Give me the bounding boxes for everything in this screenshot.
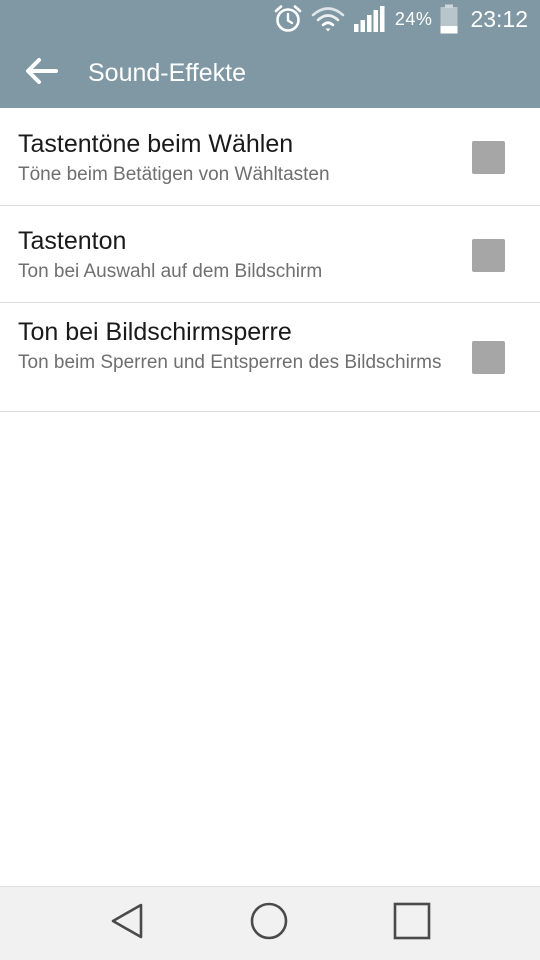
top-bar: 24% 23:12 Sound-Effekte <box>0 0 540 108</box>
wifi-icon <box>311 5 345 33</box>
setting-texts: Tastenton Ton bei Auswahl auf dem Bildsc… <box>18 226 450 284</box>
setting-description: Töne beim Betätigen von Wähltasten <box>18 164 330 185</box>
clock: 23:12 <box>470 5 528 32</box>
battery-percentage: 24% <box>394 8 433 29</box>
navigation-bar <box>0 886 540 960</box>
setting-description: Ton beim Sperren und Entsperren des Bild… <box>18 352 442 373</box>
setting-label: Tastenton <box>18 227 127 255</box>
setting-description: Ton bei Auswahl auf dem Bildschirm <box>18 261 323 282</box>
checkbox-tastenton[interactable] <box>472 239 505 272</box>
setting-label: Tastentöne beim Wählen <box>18 130 294 158</box>
status-icons: 24% 23:12 <box>273 4 528 34</box>
battery-icon <box>440 4 458 34</box>
settings-list: Tastentöne beim Wählen Töne beim Betätig… <box>0 108 540 412</box>
status-bar: 24% 23:12 <box>0 0 540 38</box>
back-button[interactable] <box>0 38 82 108</box>
home-circle-icon <box>249 901 289 946</box>
screen: 24% 23:12 Sound-Effekte Tastentöne beim … <box>0 0 540 960</box>
back-triangle-icon <box>109 902 145 945</box>
setting-row-ton-bei-bildschirmsperre[interactable]: Ton bei Bildschirmsperre Ton beim Sperre… <box>0 303 540 412</box>
nav-home-button[interactable] <box>224 887 314 960</box>
action-bar: Sound-Effekte <box>0 38 540 108</box>
setting-texts: Ton bei Bildschirmsperre Ton beim Sperre… <box>18 317 450 375</box>
nav-back-button[interactable] <box>82 887 172 960</box>
alarm-icon <box>273 4 303 34</box>
recents-square-icon <box>393 902 431 945</box>
nav-recents-button[interactable] <box>367 887 457 960</box>
setting-label: Ton bei Bildschirmsperre <box>18 318 292 346</box>
setting-texts: Tastentöne beim Wählen Töne beim Betätig… <box>18 129 450 187</box>
page-title: Sound-Effekte <box>88 58 246 87</box>
checkbox-tastentoene-beim-waehlen[interactable] <box>472 141 505 174</box>
setting-row-tastenton[interactable]: Tastenton Ton bei Auswahl auf dem Bildsc… <box>0 206 540 303</box>
setting-row-tastentoene-beim-waehlen[interactable]: Tastentöne beim Wählen Töne beim Betätig… <box>0 108 540 206</box>
checkbox-ton-bei-bildschirmsperre[interactable] <box>472 341 505 374</box>
back-arrow-icon <box>24 57 58 90</box>
signal-icon <box>353 5 385 33</box>
